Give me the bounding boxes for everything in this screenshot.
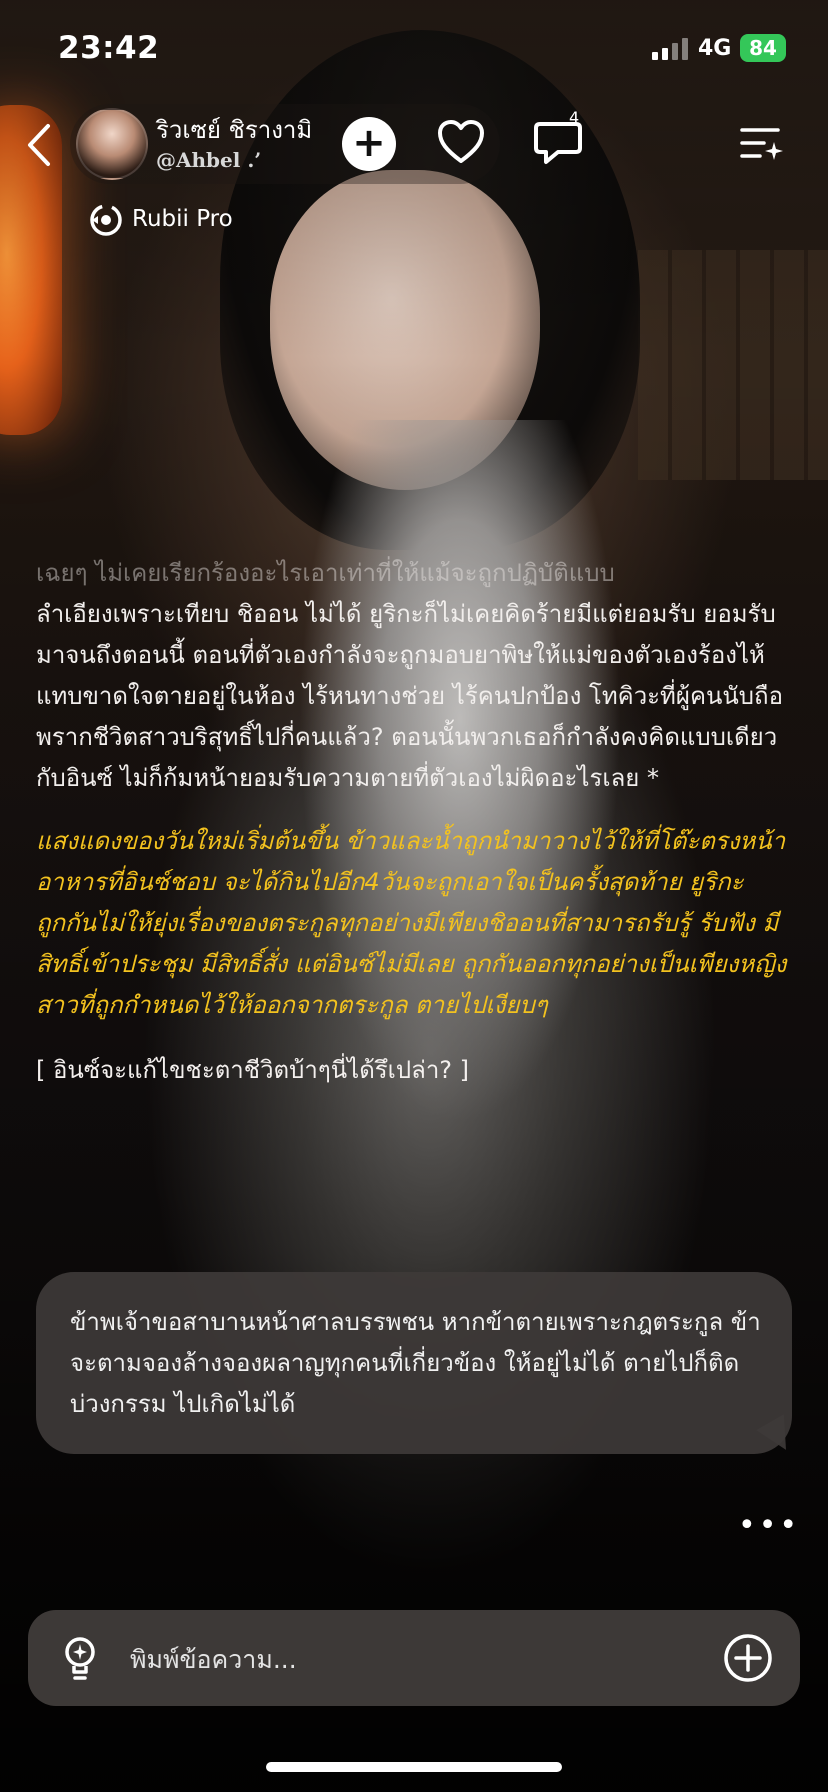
heart-icon xyxy=(438,120,484,163)
attach-button[interactable] xyxy=(722,1632,774,1684)
home-indicator[interactable] xyxy=(266,1762,562,1772)
follow-add-button[interactable]: + xyxy=(342,117,396,171)
back-button[interactable] xyxy=(20,120,60,170)
sparkle-menu-icon xyxy=(740,128,783,160)
signal-icon xyxy=(652,38,690,60)
menu-button[interactable] xyxy=(740,124,784,168)
network-type: 4G xyxy=(698,36,732,61)
plus-circle-icon xyxy=(724,1634,772,1682)
creator-handle[interactable]: @Ahbel .’ xyxy=(156,148,261,172)
narration-text: ลำเอียงเพราะเทียบ ชิออน ไม่ได้ ยูริกะก็ไ… xyxy=(36,600,783,792)
battery-icon: 84 xyxy=(740,34,786,62)
comment-count-badge: 4 xyxy=(569,108,580,127)
message-composer xyxy=(28,1610,800,1706)
more-options-button[interactable]: ••• xyxy=(738,1511,800,1541)
avatar[interactable] xyxy=(76,108,148,180)
status-bar: 23:42 4G 84 xyxy=(0,0,828,96)
suggestion-button[interactable] xyxy=(54,1632,106,1684)
lightbulb-icon xyxy=(65,1637,95,1680)
user-message-bubble[interactable]: ข้าพเจ้าขอสาบานหน้าศาลบรรพชน หากข้าตายเพ… xyxy=(36,1272,792,1454)
scene-description: แสงแดงของวันใหม่เริ่มต้นขึ้น ข้าวและน้ำถ… xyxy=(36,827,787,1019)
ai-message: เฉยๆ ไม่เคยเรียกร้องอะไรเอาเท่าที่ให้แม้… xyxy=(36,553,796,1091)
user-message-text: ข้าพเจ้าขอสาบานหน้าศาลบรรพชน หากข้าตายเพ… xyxy=(70,1308,761,1418)
rubii-logo-icon xyxy=(90,204,122,236)
like-button[interactable] xyxy=(436,118,486,170)
model-label: Rubii Pro xyxy=(132,206,233,232)
message-input[interactable] xyxy=(128,1634,712,1684)
story-question: [ อินซ์จะแก้ไขชะตาชีวิตบ้าๆนี่ได้รึเปล่า… xyxy=(36,1056,470,1084)
narration-faded-line: เฉยๆ ไม่เคยเรียกร้องอะไรเอาเท่าที่ให้แม้… xyxy=(36,559,615,587)
chevron-left-icon xyxy=(28,124,50,166)
status-time: 23:42 xyxy=(58,30,160,66)
battery-level: 84 xyxy=(749,36,777,60)
character-name[interactable]: ริวเซย์ ชิรางามิ xyxy=(156,110,312,149)
